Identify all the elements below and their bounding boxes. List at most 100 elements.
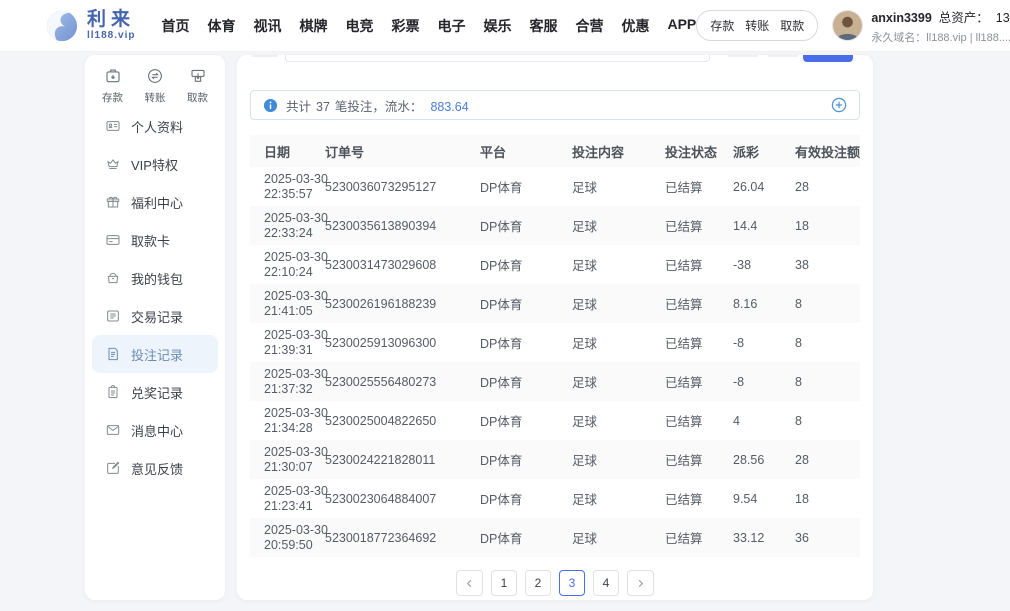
sidebar-item-label: 取款卡 (131, 231, 170, 250)
table-row[interactable]: 2025-03-3022:33:245230035613890394DP体育足球… (250, 206, 860, 245)
cell-date: 2025-03-3021:39:31 (250, 323, 325, 362)
table-row[interactable]: 2025-03-3021:30:075230024221828011DP体育足球… (250, 440, 860, 479)
cell-bet-status: 已结算 (665, 206, 733, 245)
sidebar-item-label: 投注记录 (131, 345, 183, 364)
pagination: 1234 (250, 570, 860, 596)
col-header-3: 投注内容 (572, 135, 665, 167)
sidebar-item-9[interactable]: 意见反馈 (92, 449, 218, 487)
chevron-left-icon (464, 578, 475, 589)
quick-action-1[interactable]: 转账 (145, 67, 166, 99)
nav-item-11[interactable]: APP (667, 16, 696, 36)
cell-bet-content: 足球 (572, 440, 665, 479)
brand-logo-icon (45, 9, 79, 43)
user-line-2: 永久域名：ll188.vip | ll188.... (871, 29, 1010, 45)
date-range-input[interactable] (285, 55, 710, 62)
table-row[interactable]: 2025-03-3021:23:415230023064884007DP体育足球… (250, 479, 860, 518)
pill-transfer-button[interactable]: 转账 (745, 17, 769, 34)
cell-bet-content: 足球 (572, 479, 665, 518)
brand-logo[interactable]: 利来 ll188.vip (45, 9, 135, 43)
plus-circle-icon[interactable] (831, 97, 847, 113)
cell-payout: -8 (733, 323, 795, 362)
nav-item-10[interactable]: 优惠 (621, 16, 649, 36)
transaction-list-icon (105, 308, 121, 324)
bank-card-icon (105, 232, 121, 248)
cell-date: 2025-03-3021:37:32 (250, 362, 325, 401)
sidebar-item-2[interactable]: 福利中心 (92, 183, 218, 221)
nav-item-8[interactable]: 客服 (529, 16, 557, 36)
cell-payout: 9.54 (733, 479, 795, 518)
cell-bet-content: 足球 (572, 518, 665, 557)
pagination-prev-button[interactable] (456, 570, 483, 596)
nav-item-7[interactable]: 娱乐 (483, 16, 511, 36)
cell-bet-status: 已结算 (665, 362, 733, 401)
sidebar-item-0[interactable]: 个人资料 (92, 107, 218, 145)
bet-date: 2025-03-30 (264, 406, 325, 421)
search-submit-button[interactable] (803, 55, 853, 62)
pagination-page-1[interactable]: 1 (491, 570, 517, 596)
table-row[interactable]: 2025-03-3021:34:285230025004822650DP体育足球… (250, 401, 860, 440)
table-row[interactable]: 2025-03-3022:10:245230031473029608DP体育足球… (250, 245, 860, 284)
cell-date: 2025-03-3022:33:24 (250, 206, 325, 245)
sidebar-item-6[interactable]: 投注记录 (92, 335, 218, 373)
cell-platform: DP体育 (480, 284, 572, 323)
cell-valid-amount: 8 (795, 362, 860, 401)
header-right: 存款转账取款 anxin3399 总资产： 1363.49元 永久域名：ll18… (696, 7, 1010, 45)
cell-order-number: 5230025556480273 (325, 362, 480, 401)
nav-item-0[interactable]: 首页 (161, 16, 189, 36)
sidebar-item-5[interactable]: 交易记录 (92, 297, 218, 335)
table-row[interactable]: 2025-03-3020:59:505230018772364692DP体育足球… (250, 518, 860, 557)
pagination-page-3[interactable]: 3 (559, 570, 585, 596)
username[interactable]: anxin3399 (871, 11, 931, 25)
cell-valid-amount: 8 (795, 401, 860, 440)
transfer-icon (146, 67, 164, 88)
cell-order-number: 5230023064884007 (325, 479, 480, 518)
chevron-right-icon (635, 578, 646, 589)
summary-text: 共计 37 笔投注，流水： 883.64 (286, 96, 469, 115)
filter-tab-stub[interactable] (728, 55, 758, 57)
sidebar-item-4[interactable]: 我的钱包 (92, 259, 218, 297)
table-row[interactable]: 2025-03-3021:39:315230025913096300DP体育足球… (250, 323, 860, 362)
permanent-domain: 永久域名：ll188.vip | ll188.... (871, 29, 1010, 45)
bet-date: 2025-03-30 (264, 445, 325, 460)
sidebar-item-3[interactable]: 取款卡 (92, 221, 218, 259)
cell-order-number: 5230036073295127 (325, 167, 480, 206)
cell-bet-status: 已结算 (665, 323, 733, 362)
nav-item-4[interactable]: 电竞 (345, 16, 373, 36)
nav-item-5[interactable]: 彩票 (391, 16, 419, 36)
pill-withdraw-button[interactable]: 取款 (780, 17, 804, 34)
nav-item-2[interactable]: 视讯 (253, 16, 281, 36)
filter-tab-stub[interactable] (768, 55, 798, 57)
quick-action-0[interactable]: 存款 (102, 67, 123, 99)
cell-platform: DP体育 (480, 323, 572, 362)
gift-icon (105, 194, 121, 210)
bet-record-icon (105, 346, 121, 362)
table-row[interactable]: 2025-03-3021:41:055230026196188239DP体育足球… (250, 284, 860, 323)
sidebar-item-8[interactable]: 消息中心 (92, 411, 218, 449)
sidebar: 存款转账取款 个人资料VIP特权福利中心取款卡我的钱包交易记录投注记录兑奖记录消… (85, 55, 225, 600)
cell-payout: 14.4 (733, 206, 795, 245)
table-row[interactable]: 2025-03-3021:37:325230025556480273DP体育足球… (250, 362, 860, 401)
pill-deposit-button[interactable]: 存款 (710, 17, 734, 34)
sidebar-item-1[interactable]: VIP特权 (92, 145, 218, 183)
content-area: 存款转账取款 个人资料VIP特权福利中心取款卡我的钱包交易记录投注记录兑奖记录消… (0, 52, 1010, 600)
sidebar-item-7[interactable]: 兑奖记录 (92, 373, 218, 411)
pagination-page-2[interactable]: 2 (525, 570, 551, 596)
cell-order-number: 5230024221828011 (325, 440, 480, 479)
user-avatar[interactable] (832, 10, 863, 41)
main-nav: 首页体育视讯棋牌电竞彩票电子娱乐客服合营优惠 APP (161, 16, 696, 36)
nav-item-9[interactable]: 合营 (575, 16, 603, 36)
nav-item-6[interactable]: 电子 (437, 16, 465, 36)
pagination-page-4[interactable]: 4 (593, 570, 619, 596)
nav-item-3[interactable]: 棋牌 (299, 16, 327, 36)
cell-payout: -8 (733, 362, 795, 401)
brand-name: 利来 (87, 10, 135, 29)
pagination-next-button[interactable] (627, 570, 654, 596)
quick-action-2[interactable]: 取款 (187, 67, 208, 99)
cell-payout: 4 (733, 401, 795, 440)
table-row[interactable]: 2025-03-3022:35:575230036073295127DP体育足球… (250, 167, 860, 206)
table-header-row: 日期订单号平台投注内容投注状态派彩有效投注额 (250, 135, 860, 167)
cell-date: 2025-03-3022:35:57 (250, 167, 325, 206)
wallet-quick-pill: 存款转账取款 (696, 10, 818, 41)
nav-item-1[interactable]: 体育 (207, 16, 235, 36)
sidebar-item-label: 交易记录 (131, 307, 183, 326)
